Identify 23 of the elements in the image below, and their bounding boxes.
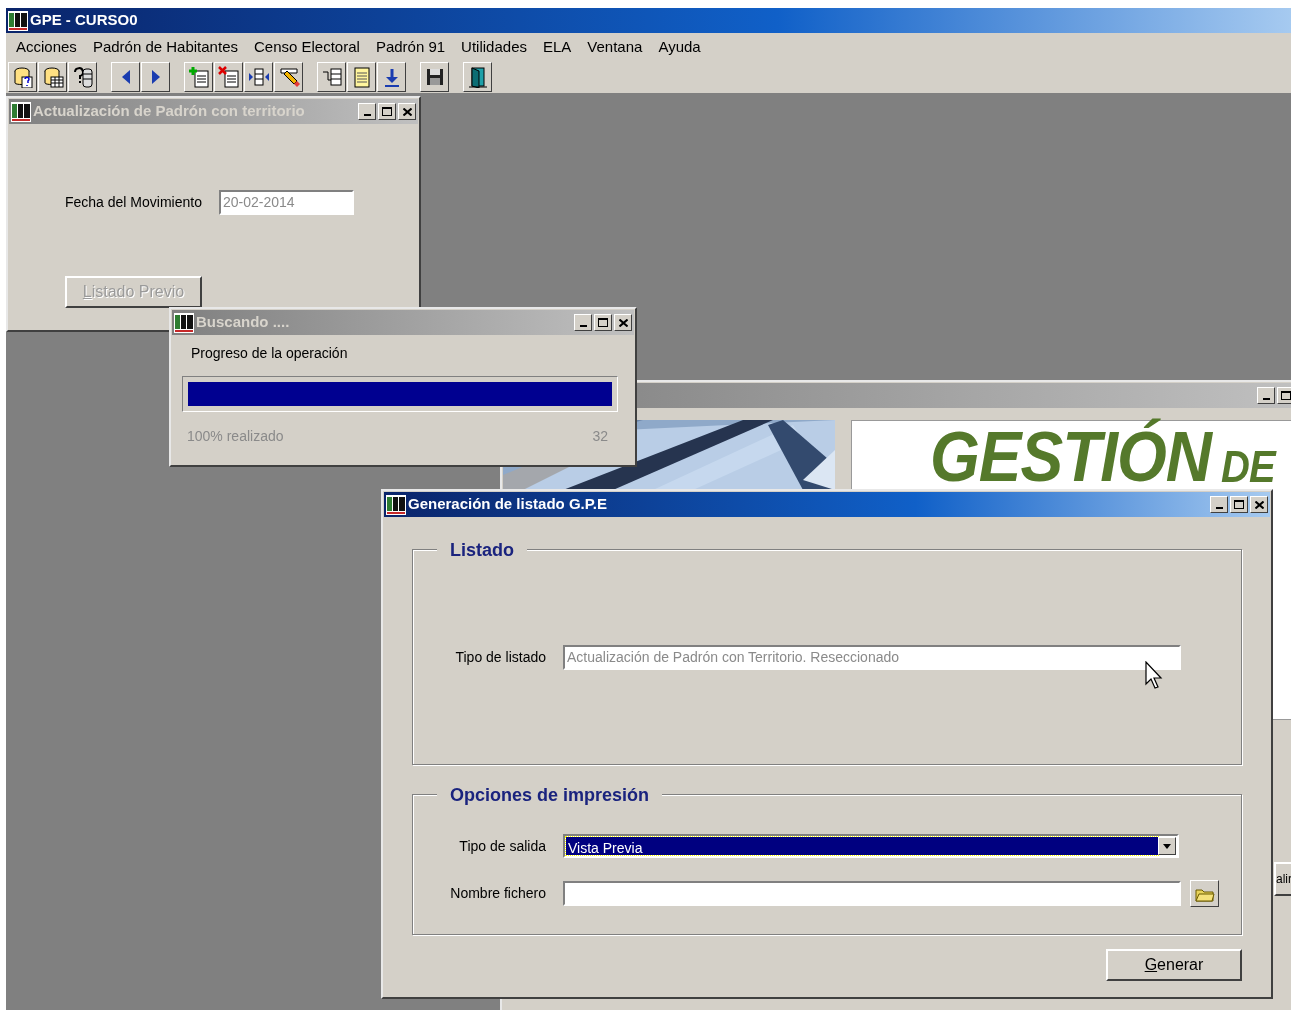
menu-item[interactable]: Padrón de Habitantes: [84, 35, 246, 59]
progress-count: 32: [592, 427, 608, 446]
menu-item[interactable]: Censo Electoral: [246, 35, 368, 59]
progress-status: 100% realizado: [187, 427, 284, 446]
menu-item[interactable]: ELA: [535, 35, 580, 59]
menu-item[interactable]: Utilidades: [453, 35, 535, 59]
window-title: Generación de listado G.P.E: [408, 494, 608, 515]
window-title: Buscando ....: [196, 312, 291, 333]
field-label: Tipo de listado: [454, 647, 547, 667]
field-label: Nombre fichero: [449, 884, 547, 903]
menu-item[interactable]: Ventana: [579, 35, 651, 59]
menu-item[interactable]: Ayuda: [650, 35, 709, 59]
menu-item[interactable]: Padrón 91: [367, 35, 454, 59]
generate-button[interactable]: Generar: [1106, 949, 1242, 981]
field-label: Fecha del Movimiento: [65, 193, 202, 212]
logo-text: DE: [1221, 445, 1275, 489]
dropdown-value: Vista Previa: [566, 837, 1158, 855]
progress-caption: Progreso de la operación: [191, 344, 349, 363]
partial-button[interactable]: alir: [1274, 862, 1291, 896]
dropdown-field[interactable]: Vista Previa: [563, 834, 1179, 858]
field-label: Tipo de salida: [458, 836, 547, 856]
app-title: GPE - CURSO0: [30, 10, 139, 31]
menu-item[interactable]: Acciones: [8, 35, 85, 59]
